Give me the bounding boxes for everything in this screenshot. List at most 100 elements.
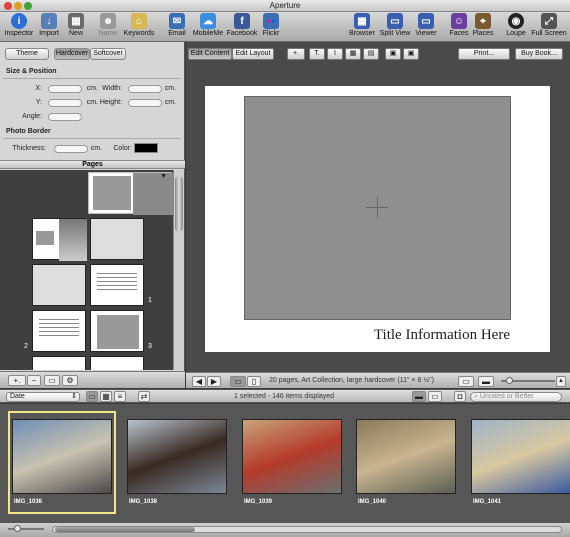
tab-softcover[interactable]: Softcover [90,48,126,60]
page-photo-placeholder [133,173,173,215]
arrange-back-icon[interactable]: ▣ [403,48,419,60]
layout-options-icon[interactable]: ▤ [363,48,379,60]
inspector-button[interactable]: i Inspector [4,13,34,37]
browser-layout-alt-icon[interactable]: ▭ [428,391,442,402]
scrollbar-thumb[interactable] [175,176,183,232]
zoom-slider-knob[interactable] [506,377,513,384]
camera-filter-icon[interactable]: ◘ [454,391,466,402]
tab-hardcover[interactable]: Hardcover [54,48,90,60]
name-icon: ☻ [100,13,116,29]
filmstrip-view-icon[interactable]: ▭ [86,391,98,402]
y-field[interactable] [48,99,82,107]
faces-button[interactable]: ☺ Faces [447,13,471,37]
page-thumbnail[interactable] [32,310,86,352]
photo-caption: IMG_1036 [14,499,43,505]
edit-content-button[interactable]: Edit Content [188,48,232,60]
full-screen-icon: ⤢ [541,13,557,29]
width-field[interactable] [128,85,162,93]
places-button[interactable]: ⌖ Places [471,13,495,37]
remove-page-button[interactable]: − [27,375,41,386]
height-field[interactable] [128,99,162,107]
email-icon: ✉ [169,13,185,29]
filmstrip-item[interactable]: IMG_1036 [8,411,116,514]
facebook-button[interactable]: f Facebook [226,13,258,37]
list-view-icon[interactable]: ≡ [114,391,126,402]
page-thumbnail[interactable] [90,356,144,370]
page-thumbnail[interactable] [32,356,86,370]
loupe-button[interactable]: ◉ Loupe [504,13,528,37]
photo-thumbnail[interactable] [356,419,456,494]
color-label: Color: [113,145,132,152]
single-page-icon[interactable]: ▯ [247,376,261,387]
photo-thumbnail[interactable] [127,419,227,494]
pages-scrollbar[interactable] [173,170,184,370]
tab-theme[interactable]: Theme [5,48,49,60]
email-button[interactable]: ✉ Email [165,13,189,37]
rating-filter-search[interactable]: ⌕ Unrated or Better [470,392,562,402]
next-page-button[interactable]: ▶ [207,376,221,387]
page-thumbnail[interactable] [90,264,144,306]
sort-select[interactable]: Date ⇕ [6,392,80,402]
add-text-icon[interactable]: T. [309,48,325,60]
page-title-text[interactable]: Title Information Here [300,327,510,344]
name-button[interactable]: ☻ Name [96,13,120,37]
filmstrip-scrollbar[interactable] [52,526,562,533]
filmstrip-item[interactable]: IMG_1039 [242,415,342,510]
browser-layout-icon[interactable]: ▬ [412,391,426,402]
page-number: 1 [148,297,152,304]
filmstrip-item[interactable]: IMG_1040 [356,415,456,510]
mobileme-button[interactable]: ☁ MobileMe [190,13,226,37]
keywords-button[interactable]: ⌂ Keywords [122,13,156,37]
editor-bottom-bar: ◀ ▶ ▭ ▯ 20 pages, Art Collection, large … [186,372,570,388]
display-toggle-icon[interactable]: ▭ [458,376,474,387]
thumbnail-size-knob[interactable] [14,525,21,532]
minimize-window-button[interactable] [14,2,22,10]
page-view-icon[interactable]: ▭ [44,375,60,386]
import-button[interactable]: ↓ Import [36,13,62,37]
edit-layout-button[interactable]: Edit Layout [232,48,274,60]
page-photo-placeholder [36,231,54,245]
print-button[interactable]: Print... [458,48,510,60]
photo-thumbnail[interactable] [471,419,570,494]
spread-view-icon[interactable]: ▭ [230,376,246,387]
photo-thumbnail[interactable] [12,419,112,494]
close-window-button[interactable] [4,2,12,10]
stack-icon[interactable]: ⇄ [138,391,150,402]
add-box-icon[interactable]: +. [287,48,305,60]
disclosure-triangle-icon[interactable]: ▼ [160,173,167,180]
viewer-button[interactable]: ▭ Viewer [413,13,439,37]
flickr-button[interactable]: ● ● Flickr [259,13,283,37]
new-button[interactable]: ▦ New [64,13,88,37]
page-thumbnail[interactable] [32,264,86,306]
page-thumbnail[interactable] [32,218,87,261]
add-map-icon[interactable]: ⌇ [327,48,343,60]
gear-icon[interactable]: ⚙ [62,375,78,386]
browser-button[interactable]: ▦ Browser [348,13,376,37]
zoom-max-icon[interactable]: ▲ [556,376,566,387]
x-field[interactable] [48,85,82,93]
angle-field[interactable] [48,113,82,121]
filmstrip-item[interactable]: IMG_1038 [127,415,227,510]
grid-view-icon[interactable]: ▦ [100,391,112,402]
previous-page-button[interactable]: ◀ [192,376,206,387]
page-thumbnail[interactable] [90,310,144,352]
buy-book-button[interactable]: Buy Book... [515,48,563,60]
arrange-front-icon[interactable]: ▣ [385,48,401,60]
photo-thumbnail[interactable] [242,419,342,494]
full-screen-button[interactable]: ⤢ Full Screen [530,13,568,37]
split-view-button[interactable]: ▭ Split View [378,13,412,37]
places-icon: ⌖ [475,13,491,29]
pages-toolbar: +. − ▭ ⚙ [0,371,185,388]
scrollbar-thumb[interactable] [55,527,195,532]
page-thumbnail[interactable] [90,218,144,260]
border-color-swatch[interactable] [134,143,158,153]
add-photo-icon[interactable]: ▦ [345,48,361,60]
filmstrip-item[interactable]: IMG_1041 [471,415,570,510]
zoom-window-button[interactable] [24,2,32,10]
page-thumbnail-cover[interactable]: ▼ [88,172,173,215]
grid-toggle-icon[interactable]: ▬ [478,376,494,387]
pages-browser[interactable]: ▼ 1 2 3 [0,170,173,370]
main-toolbar: i Inspector ↓ Import ▦ New ☻ Name ⌂ Keywords … [0,12,570,42]
add-page-button[interactable]: +. [8,375,26,386]
thickness-field[interactable] [54,145,88,153]
